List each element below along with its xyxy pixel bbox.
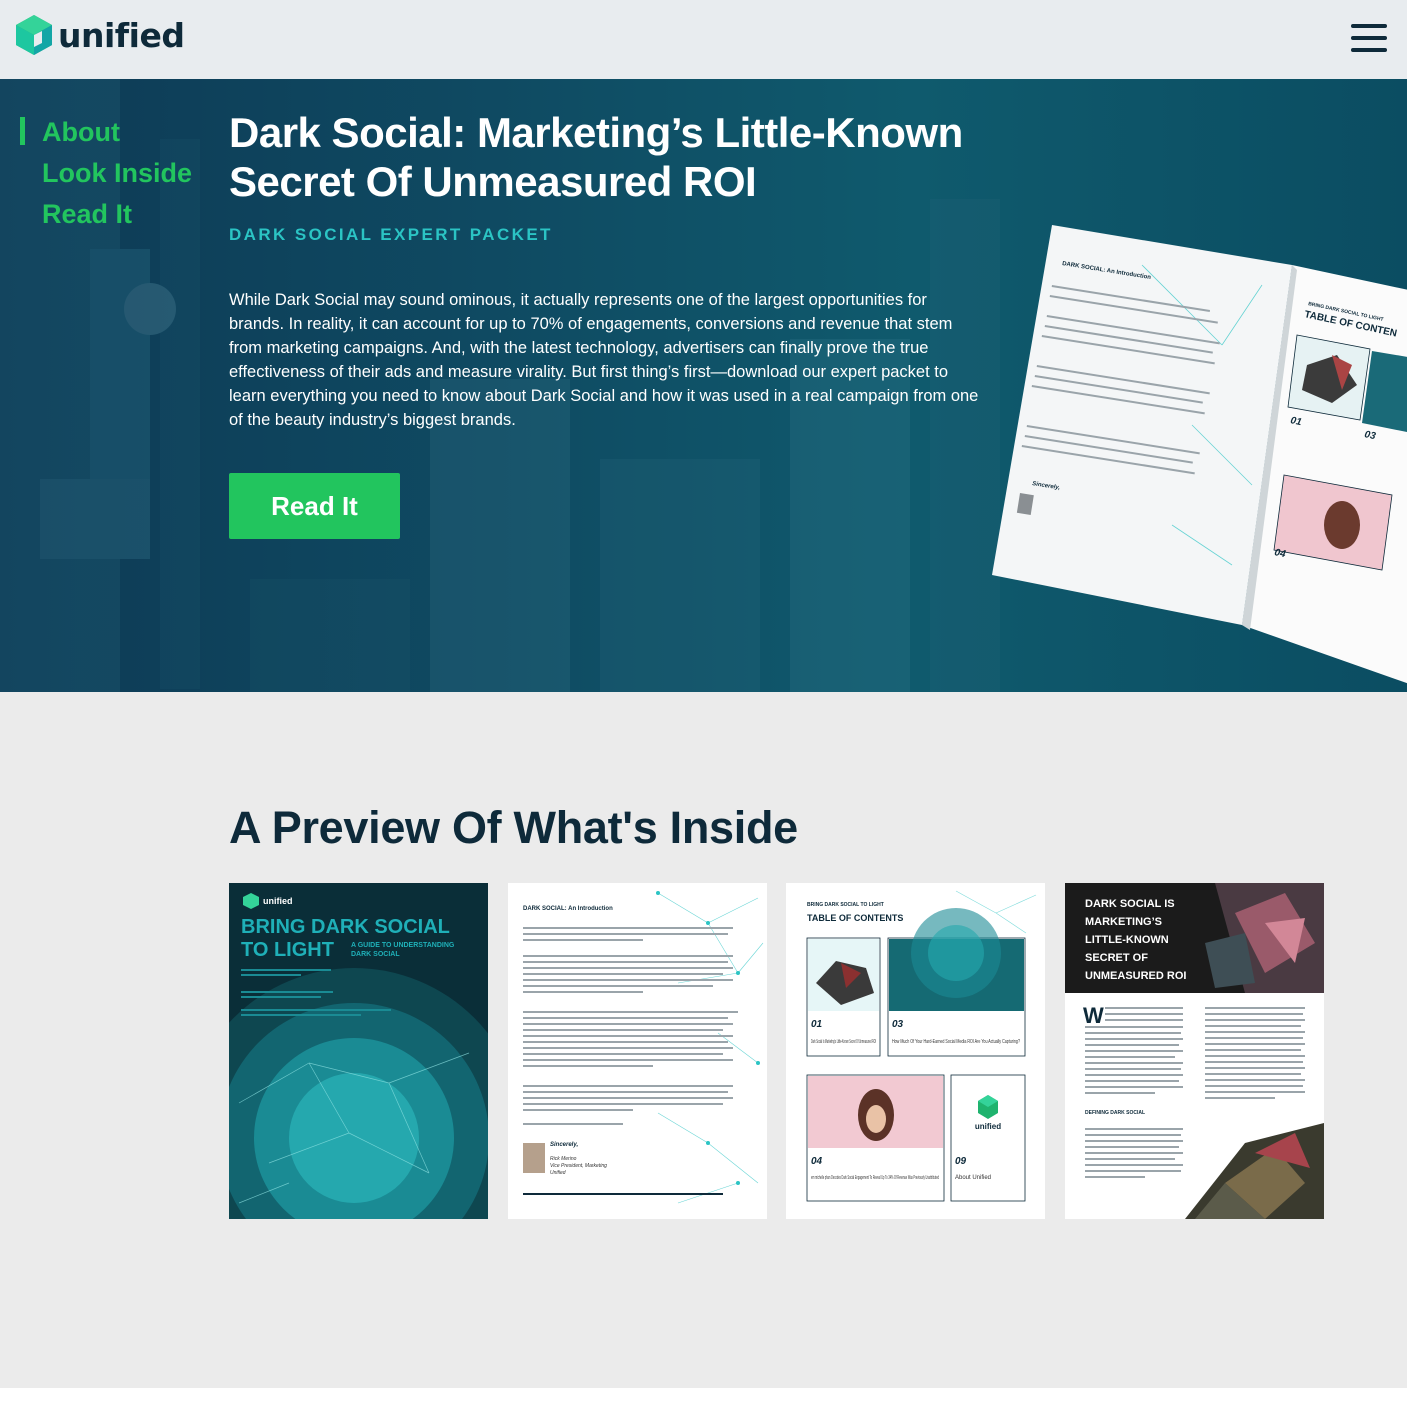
- magazine-mockup-image: DARK SOCIAL: An Introduction Sincerely, …: [992, 225, 1407, 684]
- intro-signoff: Sincerely,: [550, 1142, 578, 1148]
- intro-heading: DARK SOCIAL: An Introduction: [523, 906, 613, 912]
- toc-item-01-num: 01: [811, 1019, 823, 1030]
- article-heading-line1: DARK SOCIAL IS: [1085, 898, 1175, 910]
- toc-item-03-num: 03: [892, 1019, 904, 1030]
- cover-tagline-line2: DARK SOCIAL: [351, 951, 400, 958]
- toc-heading: TABLE OF CONTENTS: [807, 913, 903, 923]
- cover-tagline-line1: A GUIDE TO UNDERSTANDING: [351, 942, 455, 949]
- article-heading-line3: LITTLE-KNOWN: [1085, 934, 1169, 946]
- intro-signer-title: Vice President, Marketing: [550, 1163, 607, 1169]
- hero-title: Dark Social: Marketing’s Little-Known Se…: [229, 109, 963, 205]
- article-heading-line4: SECRET OF: [1085, 952, 1148, 964]
- side-navigation: About Look Inside Read It: [20, 112, 192, 235]
- cover-title-line2: TO LIGHT: [241, 939, 334, 961]
- read-it-button[interactable]: Read It: [229, 473, 400, 539]
- nav-look-inside-link[interactable]: Look Inside: [20, 153, 192, 194]
- hero-section: About Look Inside Read It Dark Social: M…: [0, 79, 1407, 692]
- preview-thumb-cover[interactable]: unified BRING DARK SOCIAL TO LIGHT A GUI…: [229, 883, 488, 1219]
- intro-signer-name: Rick Merino: [550, 1156, 577, 1162]
- nav-about-link[interactable]: About: [20, 112, 192, 153]
- cover-title-line1: BRING DARK SOCIAL: [241, 916, 450, 938]
- toc-item-09-text: About Unified: [955, 1175, 991, 1181]
- toc-kicker: BRING DARK SOCIAL TO LIGHT: [807, 902, 884, 908]
- hero-description: While Dark Social may sound ominous, it …: [229, 291, 979, 429]
- article-dropcap: W: [1083, 1003, 1104, 1028]
- toc-item-09-num: 09: [955, 1156, 967, 1167]
- toc-item-04-num: 04: [811, 1156, 823, 1167]
- toc-item-01-text: Dark Social Is Marketing's Little-Known …: [811, 1039, 876, 1045]
- preview-title: A Preview Of What's Inside: [229, 802, 798, 853]
- intro-signer-org: Unified: [550, 1170, 566, 1176]
- toc-item-03-text: How Much Of Your Hard-Earned Social Medi…: [892, 1039, 1020, 1045]
- hamburger-menu-icon[interactable]: [1351, 24, 1387, 52]
- unified-logo[interactable]: unified: [16, 15, 185, 55]
- article-heading-line2: MARKETING’S: [1085, 916, 1162, 928]
- top-header: unified: [0, 0, 1407, 79]
- hero-subtitle: DARK SOCIAL EXPERT PACKET: [229, 225, 553, 244]
- preview-thumb-article[interactable]: DARK SOCIAL IS MARKETING’S LITTLE-KNOWN …: [1065, 883, 1324, 1219]
- preview-thumb-introduction[interactable]: DARK SOCIAL: An Introduction Sincerely, …: [508, 883, 767, 1219]
- preview-section: A Preview Of What's Inside unified BRING…: [0, 692, 1407, 1388]
- cover-brand: unified: [263, 896, 293, 906]
- unified-logo-icon: [16, 15, 52, 55]
- nav-read-it-link[interactable]: Read It: [20, 194, 192, 235]
- toc-item-04-text: em michelle phan Decodes Dark Social Eng…: [811, 1175, 939, 1181]
- toc-logo-text: unified: [975, 1122, 1001, 1131]
- footer-strip: [0, 1388, 1407, 1407]
- brand-wordmark: unified: [58, 15, 185, 55]
- preview-thumb-table-of-contents[interactable]: BRING DARK SOCIAL TO LIGHT TABLE OF CONT…: [786, 883, 1045, 1219]
- article-heading-line5: UNMEASURED ROI: [1085, 970, 1186, 982]
- article-section-heading: DEFINING DARK SOCIAL: [1085, 1110, 1145, 1116]
